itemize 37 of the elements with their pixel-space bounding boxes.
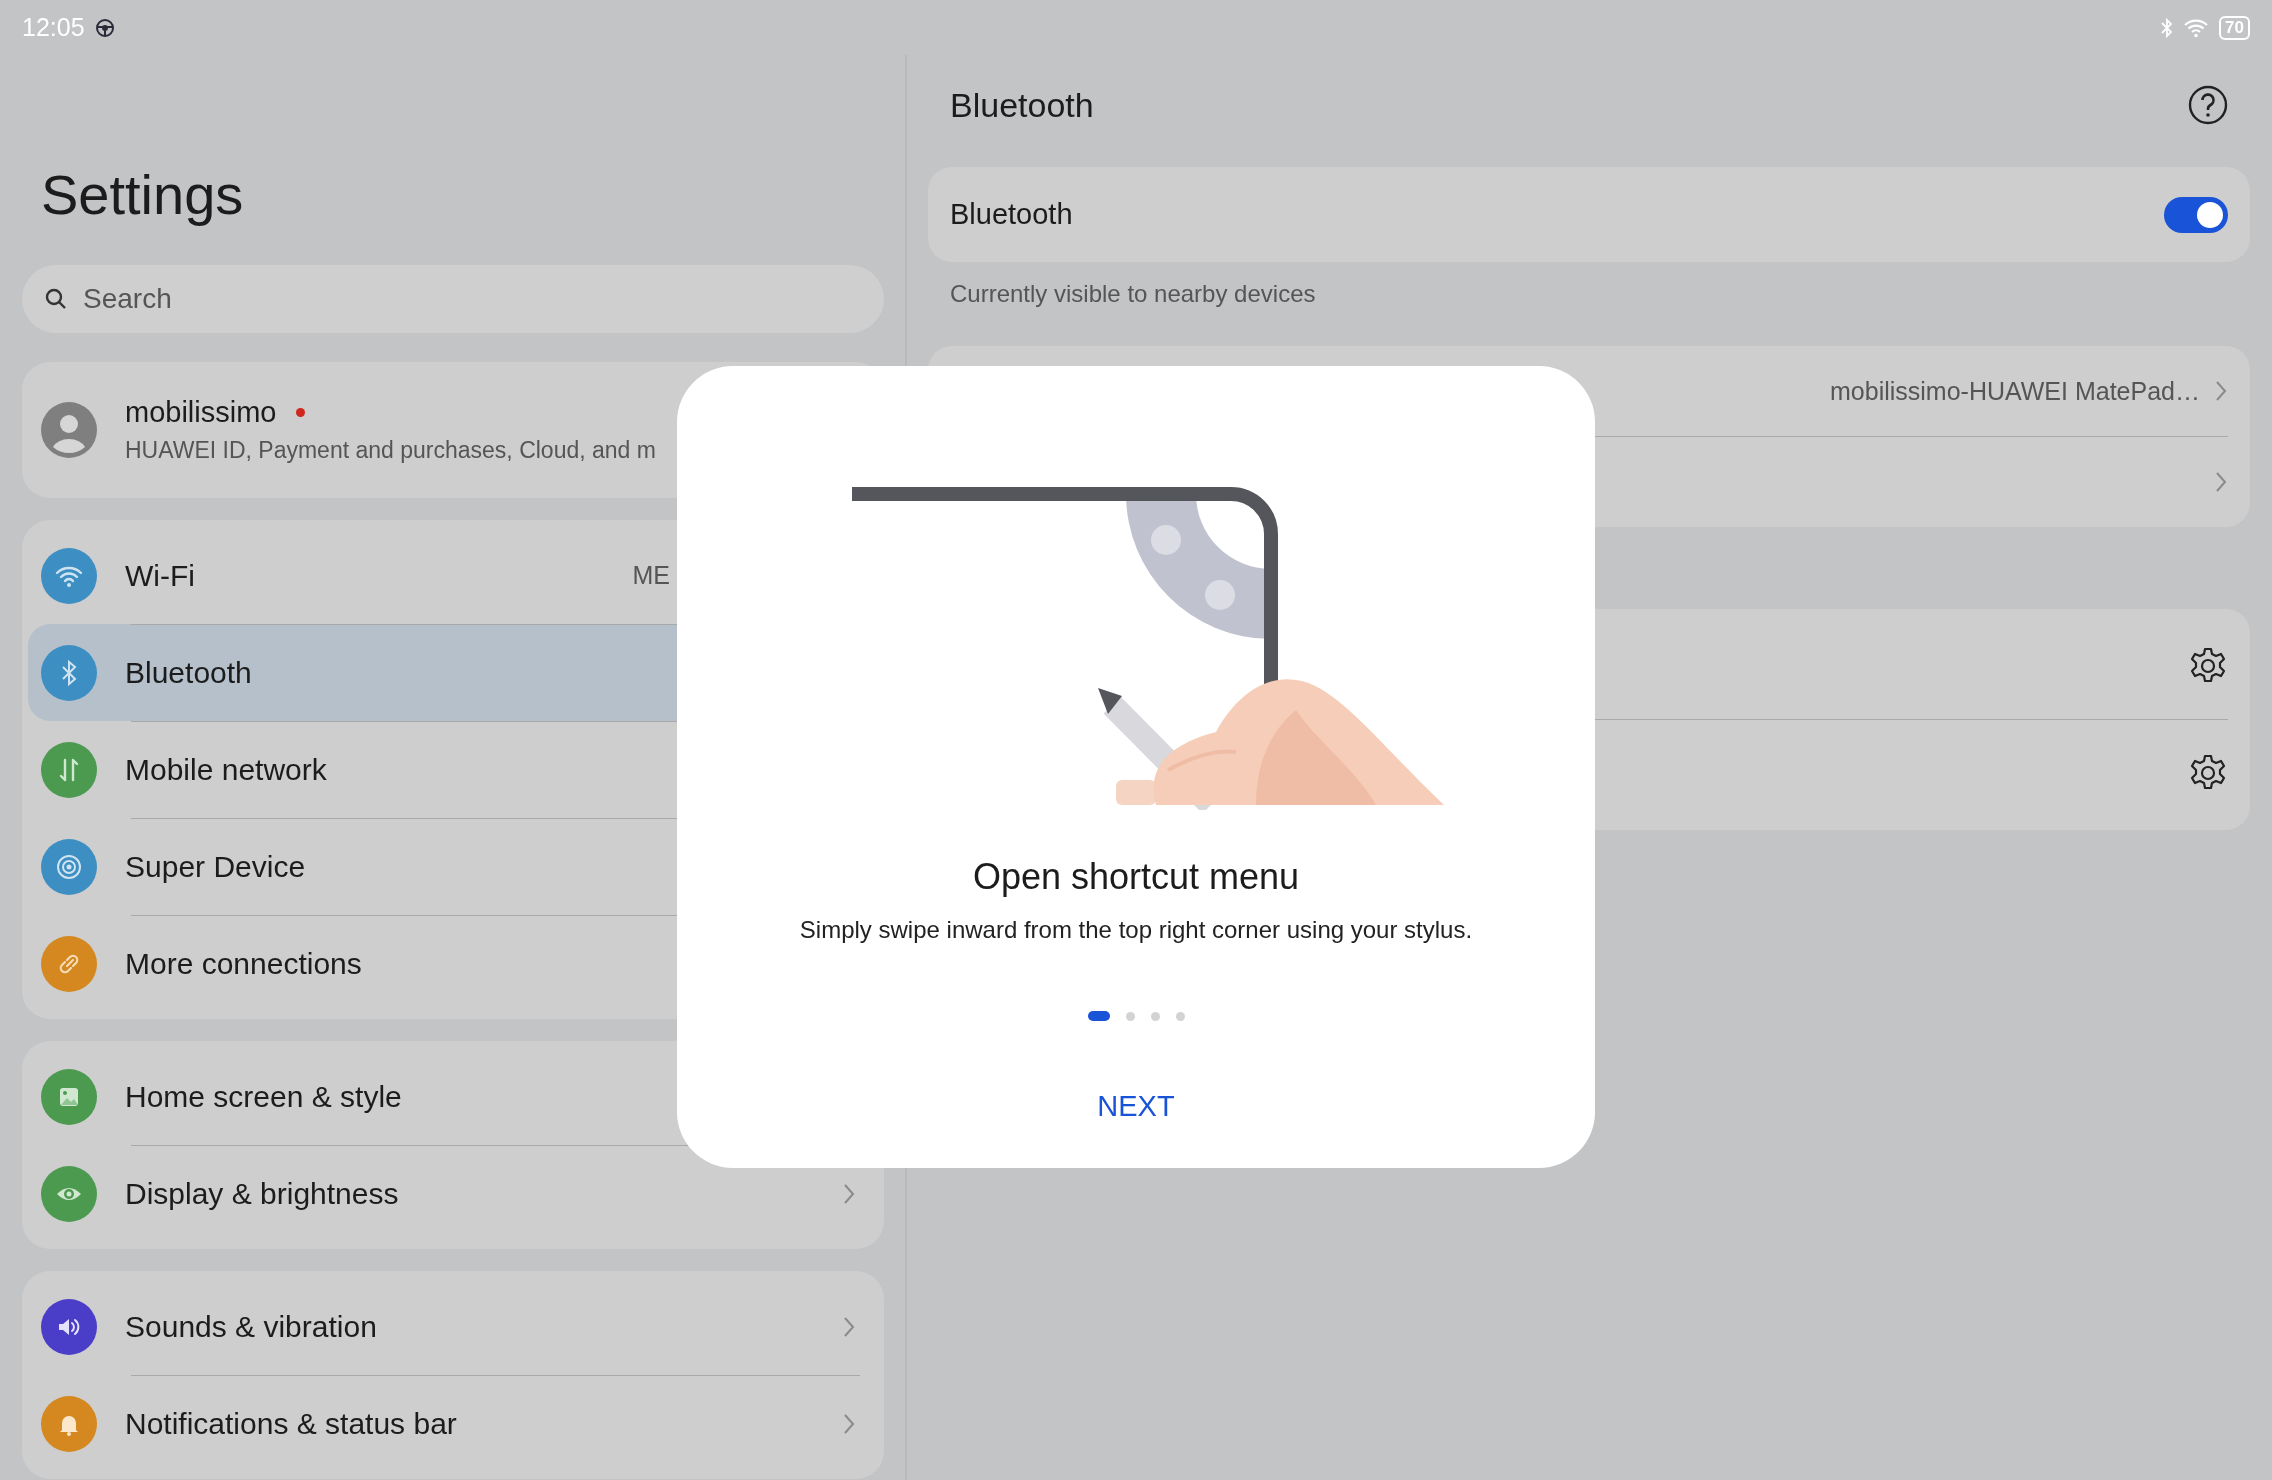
settings-item-value: ME — [632, 561, 670, 590]
wifi-icon — [2183, 17, 2210, 38]
chevron-icon — [2214, 379, 2228, 403]
settings-item-label: Notifications & status bar — [125, 1406, 458, 1441]
dialog-description: Simply swipe inward from the top right corner using your stylus. — [799, 915, 1473, 945]
visibility-caption: Currently visible to nearby devices — [950, 279, 1317, 309]
settings-item-label: Wi-Fi — [125, 558, 196, 593]
battery-level: 70 — [2219, 15, 2250, 40]
status-time: 12:05 — [22, 13, 85, 42]
settings-item-label: Sounds & vibration — [125, 1309, 378, 1344]
next-button[interactable]: NEXT — [1067, 1076, 1205, 1136]
bluetooth-icon — [2161, 17, 2174, 38]
toggle-label: Bluetooth — [950, 198, 1073, 231]
page-title: Bluetooth — [950, 85, 1094, 125]
search-field[interactable]: Search — [22, 265, 884, 333]
settings-item[interactable]: Sounds & vibration — [28, 1278, 878, 1375]
dialog-title: Open shortcut menu — [972, 855, 1300, 899]
settings-item-label: Bluetooth — [125, 655, 253, 690]
settings-item-label: Super Device — [125, 849, 307, 884]
device-row[interactable]: mobilissimo-HUAWEI MatePad… — [950, 346, 2228, 436]
settings-title: Settings — [41, 162, 245, 228]
avatar-icon — [41, 402, 97, 458]
settings-item[interactable]: Wi-Fi ME — [28, 527, 878, 624]
settings-item-label: Mobile network — [125, 752, 328, 787]
search-icon — [44, 287, 68, 311]
account-name: mobilissimo — [125, 396, 277, 429]
steering-wheel-icon — [94, 17, 115, 38]
device-name-value: mobilissimo-HUAWEI MatePad… — [1830, 376, 2200, 406]
help-icon[interactable] — [2188, 85, 2228, 125]
settings-item-label: Home screen & style — [125, 1079, 403, 1114]
chevron-icon — [2214, 470, 2228, 494]
settings-item-label: More connections — [125, 946, 363, 981]
settings-item[interactable]: Home screen & style — [28, 1048, 878, 1145]
account-subtitle: HUAWEI ID, Payment and purchases, Cloud, and m — [125, 437, 656, 464]
settings-item[interactable]: Notifications & status bar — [28, 1375, 878, 1472]
bluetooth-switch[interactable] — [2164, 196, 2228, 233]
settings-item-label: Display & brightness — [125, 1176, 400, 1211]
